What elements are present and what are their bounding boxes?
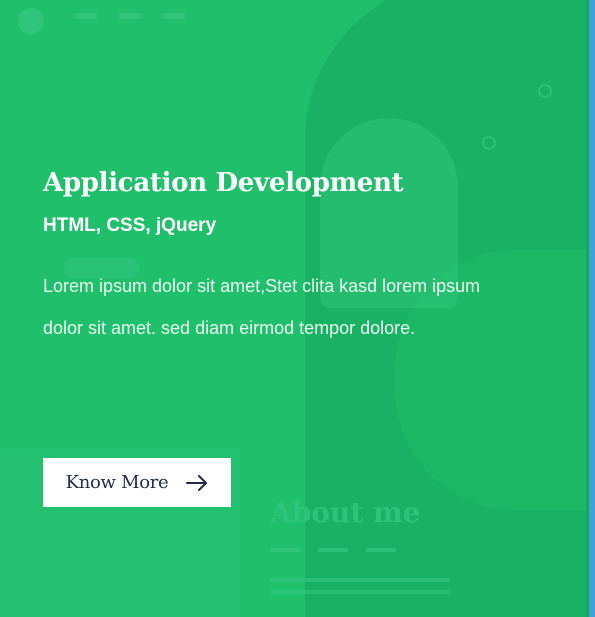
nav-placeholder xyxy=(74,13,98,19)
background-tabs xyxy=(270,548,396,552)
background-heading: About me xyxy=(270,496,421,529)
card-title: Application Development xyxy=(43,168,404,198)
background-text-lines xyxy=(270,578,450,602)
card-subtitle: HTML, CSS, jQuery xyxy=(43,215,217,236)
tab-placeholder xyxy=(366,548,396,552)
background-nav xyxy=(74,13,186,19)
card-content: Application Development HTML, CSS, jQuer… xyxy=(43,165,513,349)
tab-placeholder xyxy=(270,548,300,552)
nav-placeholder xyxy=(162,13,186,19)
tab-placeholder xyxy=(318,548,348,552)
arrow-right-icon xyxy=(186,474,208,491)
ring-decoration xyxy=(482,136,496,150)
card-description: Lorem ipsum dolor sit amet,Stet clita ka… xyxy=(43,276,481,338)
ring-decoration xyxy=(538,84,552,98)
portfolio-card: About me Application Development HTML, C… xyxy=(0,0,595,617)
edge-highlight xyxy=(589,0,595,617)
know-more-label: Know More xyxy=(65,472,169,493)
nav-placeholder xyxy=(118,13,142,19)
text-line-placeholder xyxy=(270,578,450,582)
text-line-placeholder xyxy=(270,590,450,594)
logo-icon xyxy=(18,8,44,34)
know-more-button[interactable]: Know More xyxy=(43,458,231,507)
